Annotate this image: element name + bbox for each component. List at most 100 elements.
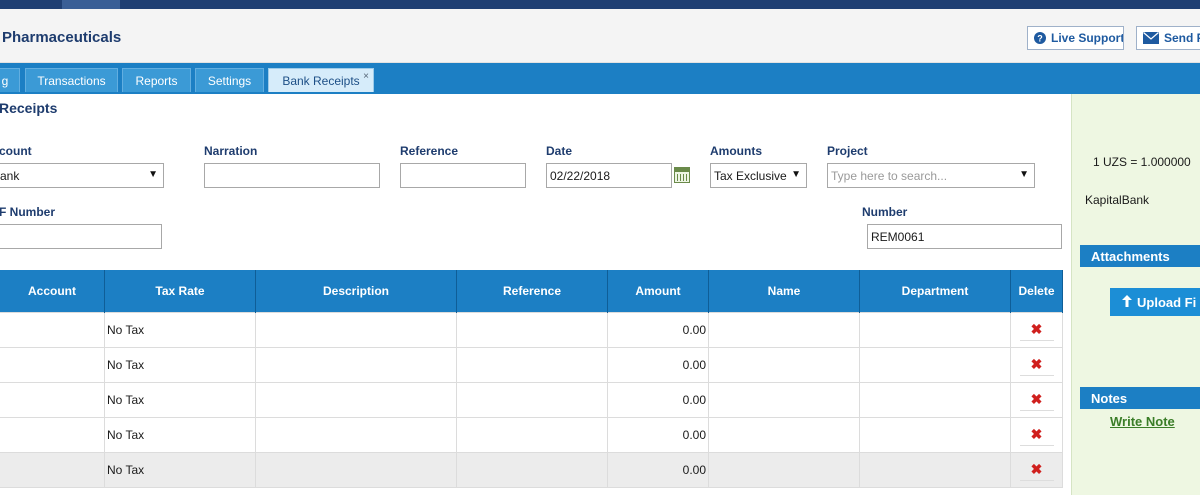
upload-label: Upload Fi <box>1137 294 1197 310</box>
main-content: Receipts count ank ▼ Narration Reference… <box>0 94 1071 495</box>
tab-bank-receipts[interactable]: Bank Receipts × <box>268 68 374 92</box>
description-cell[interactable] <box>255 381 457 418</box>
amount-cell[interactable]: 0.00 <box>607 311 709 348</box>
tab-transactions[interactable]: Transactions <box>25 68 118 92</box>
tab-label: Reports <box>135 73 178 88</box>
tax-rate-cell[interactable]: No Tax <box>104 311 256 348</box>
department-cell[interactable] <box>859 381 1011 418</box>
page-title: Receipts <box>0 100 58 116</box>
arrow-up-icon <box>1122 294 1132 310</box>
name-cell[interactable] <box>708 416 860 453</box>
reference-cell[interactable] <box>456 451 608 488</box>
delete-row-icon[interactable]: ✖ <box>1019 319 1054 341</box>
col-tax-rate: Tax Rate <box>104 270 256 312</box>
ref-number-input[interactable] <box>0 224 162 249</box>
department-cell[interactable] <box>859 311 1011 348</box>
delete-cell: ✖ <box>1010 346 1063 383</box>
dropdown-arrow-icon: ▼ <box>148 169 158 180</box>
notes-header: Notes <box>1080 387 1200 409</box>
name-cell[interactable] <box>708 451 860 488</box>
reference-cell[interactable] <box>456 416 608 453</box>
delete-row-icon[interactable]: ✖ <box>1019 459 1054 481</box>
col-account: Account <box>0 270 105 312</box>
tab-reports[interactable]: Reports <box>122 68 191 92</box>
send-button[interactable]: Send F <box>1136 26 1200 50</box>
col-description: Description <box>255 270 457 312</box>
reference-cell[interactable] <box>456 311 608 348</box>
amount-cell[interactable]: 0.00 <box>607 416 709 453</box>
description-cell[interactable] <box>255 311 457 348</box>
tab-settings[interactable]: Settings <box>195 68 264 92</box>
svg-text:?: ? <box>1037 34 1043 44</box>
col-amount: Amount <box>607 270 709 312</box>
amounts-label: Amounts <box>710 144 762 158</box>
col-delete: Delete <box>1010 270 1063 312</box>
tab-label: Transactions <box>37 73 106 88</box>
write-note-link[interactable]: Write Note <box>1110 414 1175 429</box>
project-search[interactable]: Type here to search... ▼ <box>827 163 1035 188</box>
amount-cell[interactable]: 0.00 <box>607 346 709 383</box>
upload-file-button[interactable]: Upload Fi <box>1110 288 1200 316</box>
amount-cell[interactable]: 0.00 <box>607 381 709 418</box>
help-icon: ? <box>1034 32 1046 44</box>
delete-row-icon[interactable]: ✖ <box>1019 389 1054 411</box>
tax-rate-cell[interactable]: No Tax <box>104 416 256 453</box>
col-reference: Reference <box>456 270 608 312</box>
tab-label: Settings <box>207 73 252 88</box>
delete-row-icon[interactable]: ✖ <box>1019 424 1054 446</box>
send-label: Send F <box>1164 31 1200 45</box>
description-cell[interactable] <box>255 451 457 488</box>
tab-partial[interactable]: g <box>0 68 20 92</box>
date-label: Date <box>546 144 573 158</box>
reference-input[interactable] <box>400 163 526 188</box>
table-row: No Tax 0.00 ✖ <box>0 311 1063 348</box>
reference-cell[interactable] <box>456 381 608 418</box>
account-cell[interactable] <box>0 311 105 348</box>
calendar-icon[interactable] <box>674 167 690 183</box>
narration-input[interactable] <box>204 163 380 188</box>
department-cell[interactable] <box>859 346 1011 383</box>
account-cell[interactable] <box>0 381 105 418</box>
table-row: No Tax 0.00 ✖ <box>0 451 1063 488</box>
delete-cell: ✖ <box>1010 381 1063 418</box>
account-select[interactable]: ank ▼ <box>0 163 164 188</box>
amounts-select[interactable]: Tax Exclusive ▼ <box>710 163 807 188</box>
tab-bar: g Transactions Reports Settings Bank Rec… <box>0 63 1200 94</box>
name-cell[interactable] <box>708 346 860 383</box>
reference-cell[interactable] <box>456 346 608 383</box>
delete-cell: ✖ <box>1010 451 1063 488</box>
number-input[interactable]: REM0061 <box>867 224 1062 249</box>
account-cell[interactable] <box>0 346 105 383</box>
delete-cell: ✖ <box>1010 416 1063 453</box>
delete-row-icon[interactable]: ✖ <box>1019 354 1054 376</box>
account-cell[interactable] <box>0 451 105 488</box>
live-support-button[interactable]: ? Live Support <box>1027 26 1124 50</box>
exchange-rate: 1 UZS = 1.000000 <box>1093 155 1191 169</box>
close-tab-icon[interactable]: × <box>363 71 369 82</box>
table-row: No Tax 0.00 ✖ <box>0 381 1063 418</box>
description-cell[interactable] <box>255 416 457 453</box>
account-cell[interactable] <box>0 416 105 453</box>
attachments-header: Attachments <box>1080 245 1200 267</box>
tab-label: g <box>1 73 9 88</box>
ref-number-label: F Number <box>0 205 56 219</box>
description-cell[interactable] <box>255 346 457 383</box>
tax-rate-cell[interactable]: No Tax <box>104 346 256 383</box>
date-input[interactable]: 02/22/2018 <box>546 163 672 188</box>
tax-rate-cell[interactable]: No Tax <box>104 381 256 418</box>
col-department: Department <box>859 270 1011 312</box>
tax-rate-cell[interactable]: No Tax <box>104 451 256 488</box>
project-placeholder: Type here to search... <box>831 168 948 183</box>
table-row: No Tax 0.00 ✖ <box>0 346 1063 383</box>
top-nav-active-item[interactable] <box>62 0 120 9</box>
name-cell[interactable] <box>708 381 860 418</box>
account-value: ank <box>0 168 20 183</box>
reference-label: Reference <box>400 144 459 158</box>
department-cell[interactable] <box>859 451 1011 488</box>
amount-cell[interactable]: 0.00 <box>607 451 709 488</box>
narration-label: Narration <box>204 144 258 158</box>
delete-cell: ✖ <box>1010 311 1063 348</box>
department-cell[interactable] <box>859 416 1011 453</box>
number-label: Number <box>862 205 908 219</box>
name-cell[interactable] <box>708 311 860 348</box>
